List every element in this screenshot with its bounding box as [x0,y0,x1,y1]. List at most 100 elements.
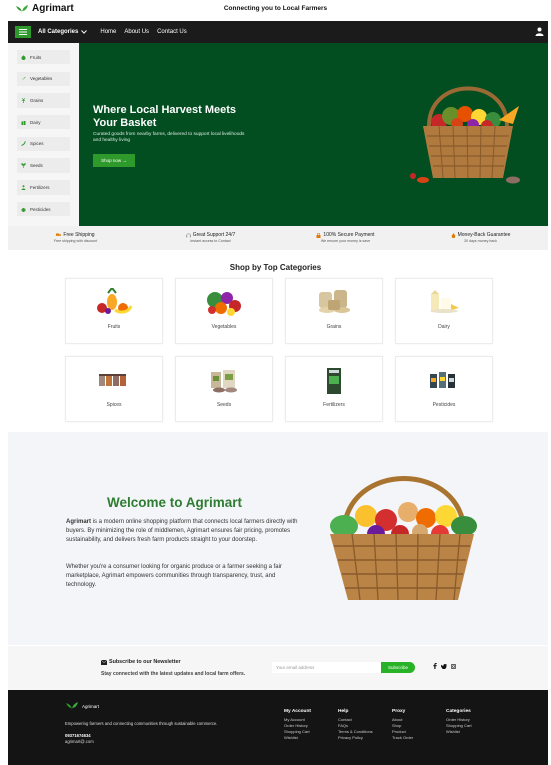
footer-link[interactable]: Privacy Policy [338,735,373,741]
nav-link-home[interactable]: Home [100,29,116,35]
headset-icon [185,232,191,237]
footer-description: Empowering farmers and connecting commun… [65,721,218,726]
sidebar-item-label: Fertilizers [30,184,50,190]
subscribe-button[interactable]: Subscribe [381,662,415,673]
footer-link[interactable]: Wishlist [284,735,311,741]
sidebar-item-seeds[interactable]: Seeds [17,158,70,173]
category-label: Fertilizers [323,402,345,408]
sidebar-item-label: Vegetables [30,76,53,82]
newsletter-email-input[interactable] [272,662,382,673]
category-label: Vegetables [211,324,237,330]
feature-subtitle: 30 days money back [464,239,497,243]
feature-money-back: Money-Back Guarantee 30 days money back [413,226,548,250]
feature-subtitle: We ensure your money is save [320,239,371,243]
dairy-image [430,290,459,313]
instagram-icon[interactable] [451,663,456,669]
nav-link-contact-us[interactable]: Contact Us [157,29,187,35]
category-card-fertilizers[interactable]: Fertilizers [285,356,383,422]
category-card-grains[interactable]: Grains [285,278,383,344]
category-label: Dairy [438,324,450,330]
sidebar-item-fertilizers[interactable]: Fertilizers [17,180,70,195]
truck-icon [56,233,62,236]
category-card-vegetables[interactable]: Vegetables [175,278,273,344]
sidebar-item-dairy[interactable]: Dairy [17,115,70,130]
shop-now-button[interactable]: Shop now → [93,154,135,167]
welcome-basket-image [330,476,477,601]
sidebar-item-fruits[interactable]: Fruits [17,50,70,65]
twitter-icon[interactable] [441,663,447,669]
grains-image [319,290,350,313]
category-grid: Fruits Vegetables Grains Dairy Spices Se… [65,278,495,422]
welcome-brand: Agrimart [66,519,92,525]
sidebar-item-label: Seeds [30,163,43,169]
footer-brand-name: Agrimart [82,703,100,709]
hero-subtitle: Curated goods from nearby farms, deliver… [93,132,245,143]
footer-column-help: Help Contact FAQs Terms & Conditions Pri… [338,709,373,741]
feature-title: 100% Secure Payment [323,232,375,238]
tagline: Connecting you to Local Farmers [223,5,328,12]
all-categories-dropdown[interactable]: All Categories [38,29,88,35]
category-card-fruits[interactable]: Fruits [65,278,163,344]
leaf-logo-icon [66,702,78,711]
fertilizers-image [327,368,341,394]
all-categories-label: All Categories [38,29,79,35]
category-label: Seeds [216,402,232,408]
welcome-paragraph: Agrimart is a modern online shopping pla… [66,518,306,545]
categories-section-title: Shop by Top Categories [229,263,322,272]
user-icon[interactable] [535,27,544,36]
pesticides-image [430,372,455,388]
top-bar: Agrimart Connecting you to Local Farmers [0,0,551,20]
feature-support: Great Support 24/7 Instant access to Con… [143,226,278,250]
nav-link-about-us[interactable]: About Us [124,29,149,35]
features-strip: Free Shipping Free shipping with discoun… [8,226,548,250]
sidebar-item-pesticides[interactable]: Pesticides [17,201,70,217]
sidebar-item-vegetables[interactable]: Vegetables [17,71,70,87]
category-label: Spices [106,402,122,408]
category-card-spices[interactable]: Spices [65,356,163,422]
vegetables-image [207,292,241,316]
footer-link[interactable]: Wishlist [446,729,472,735]
footer: Agrimart Empowering farmers and connecti… [8,690,548,765]
welcome-paragraph-2: Whether you're a consumer looking for or… [66,564,282,588]
category-card-dairy[interactable]: Dairy [395,278,493,344]
category-card-seeds[interactable]: Seeds [175,356,273,422]
envelope-icon [101,659,107,665]
sidebar-item-label: Spices [30,141,44,147]
hero-banner: Where Local Harvest Meets Your Basket Cu… [79,43,548,226]
sidebar-item-grains[interactable]: Grains [17,93,70,108]
footer-phone[interactable]: 09371674634 [65,733,91,738]
category-label: Grains [326,324,342,330]
person-icon [21,185,26,190]
sidebar-item-label: Pesticides [30,206,51,212]
sidebar-item-spices[interactable]: Spices [17,136,70,152]
hero-basket-image [410,86,520,184]
feature-free-shipping: Free Shipping Free shipping with discoun… [8,226,143,250]
footer-link[interactable]: Track Order [392,735,413,741]
fruits-image [97,288,133,314]
welcome-section: Welcome to Agrimart Agrimart is a modern… [8,432,548,645]
carrot-icon [21,77,26,81]
feature-title: Great Support 24/7 [192,232,236,238]
bug-icon [21,207,26,212]
hero-title: Where Local Harvest Meets Your Basket [93,104,237,129]
menu-button[interactable] [15,26,31,38]
footer-column-title: Proxy [392,709,406,714]
welcome-title: Welcome to Agrimart [107,495,243,510]
category-label: Pesticides [432,402,456,408]
footer-logo[interactable]: Agrimart [65,701,99,711]
spices-image [99,374,126,386]
footer-email[interactable]: agrimart@.com [65,739,94,744]
footer-column-proxy: Proxy About Shop Product Track Order [392,709,413,741]
footer-column-title: Help [338,709,349,714]
facebook-icon[interactable] [433,663,437,669]
money-bag-icon [451,233,455,238]
category-sidebar: Fruits Vegetables Grains Dairy Spices Se… [8,43,79,226]
category-card-pesticides[interactable]: Pesticides [395,356,493,422]
sidebar-item-label: Dairy [30,119,41,125]
hamburger-icon [19,29,27,35]
feature-title: Money-Back Guarantee [457,232,511,238]
feature-title: Free Shipping [63,232,95,238]
sidebar-item-label: Grains [30,98,44,104]
chevron-down-icon [81,30,88,34]
wheat-icon [21,98,26,104]
